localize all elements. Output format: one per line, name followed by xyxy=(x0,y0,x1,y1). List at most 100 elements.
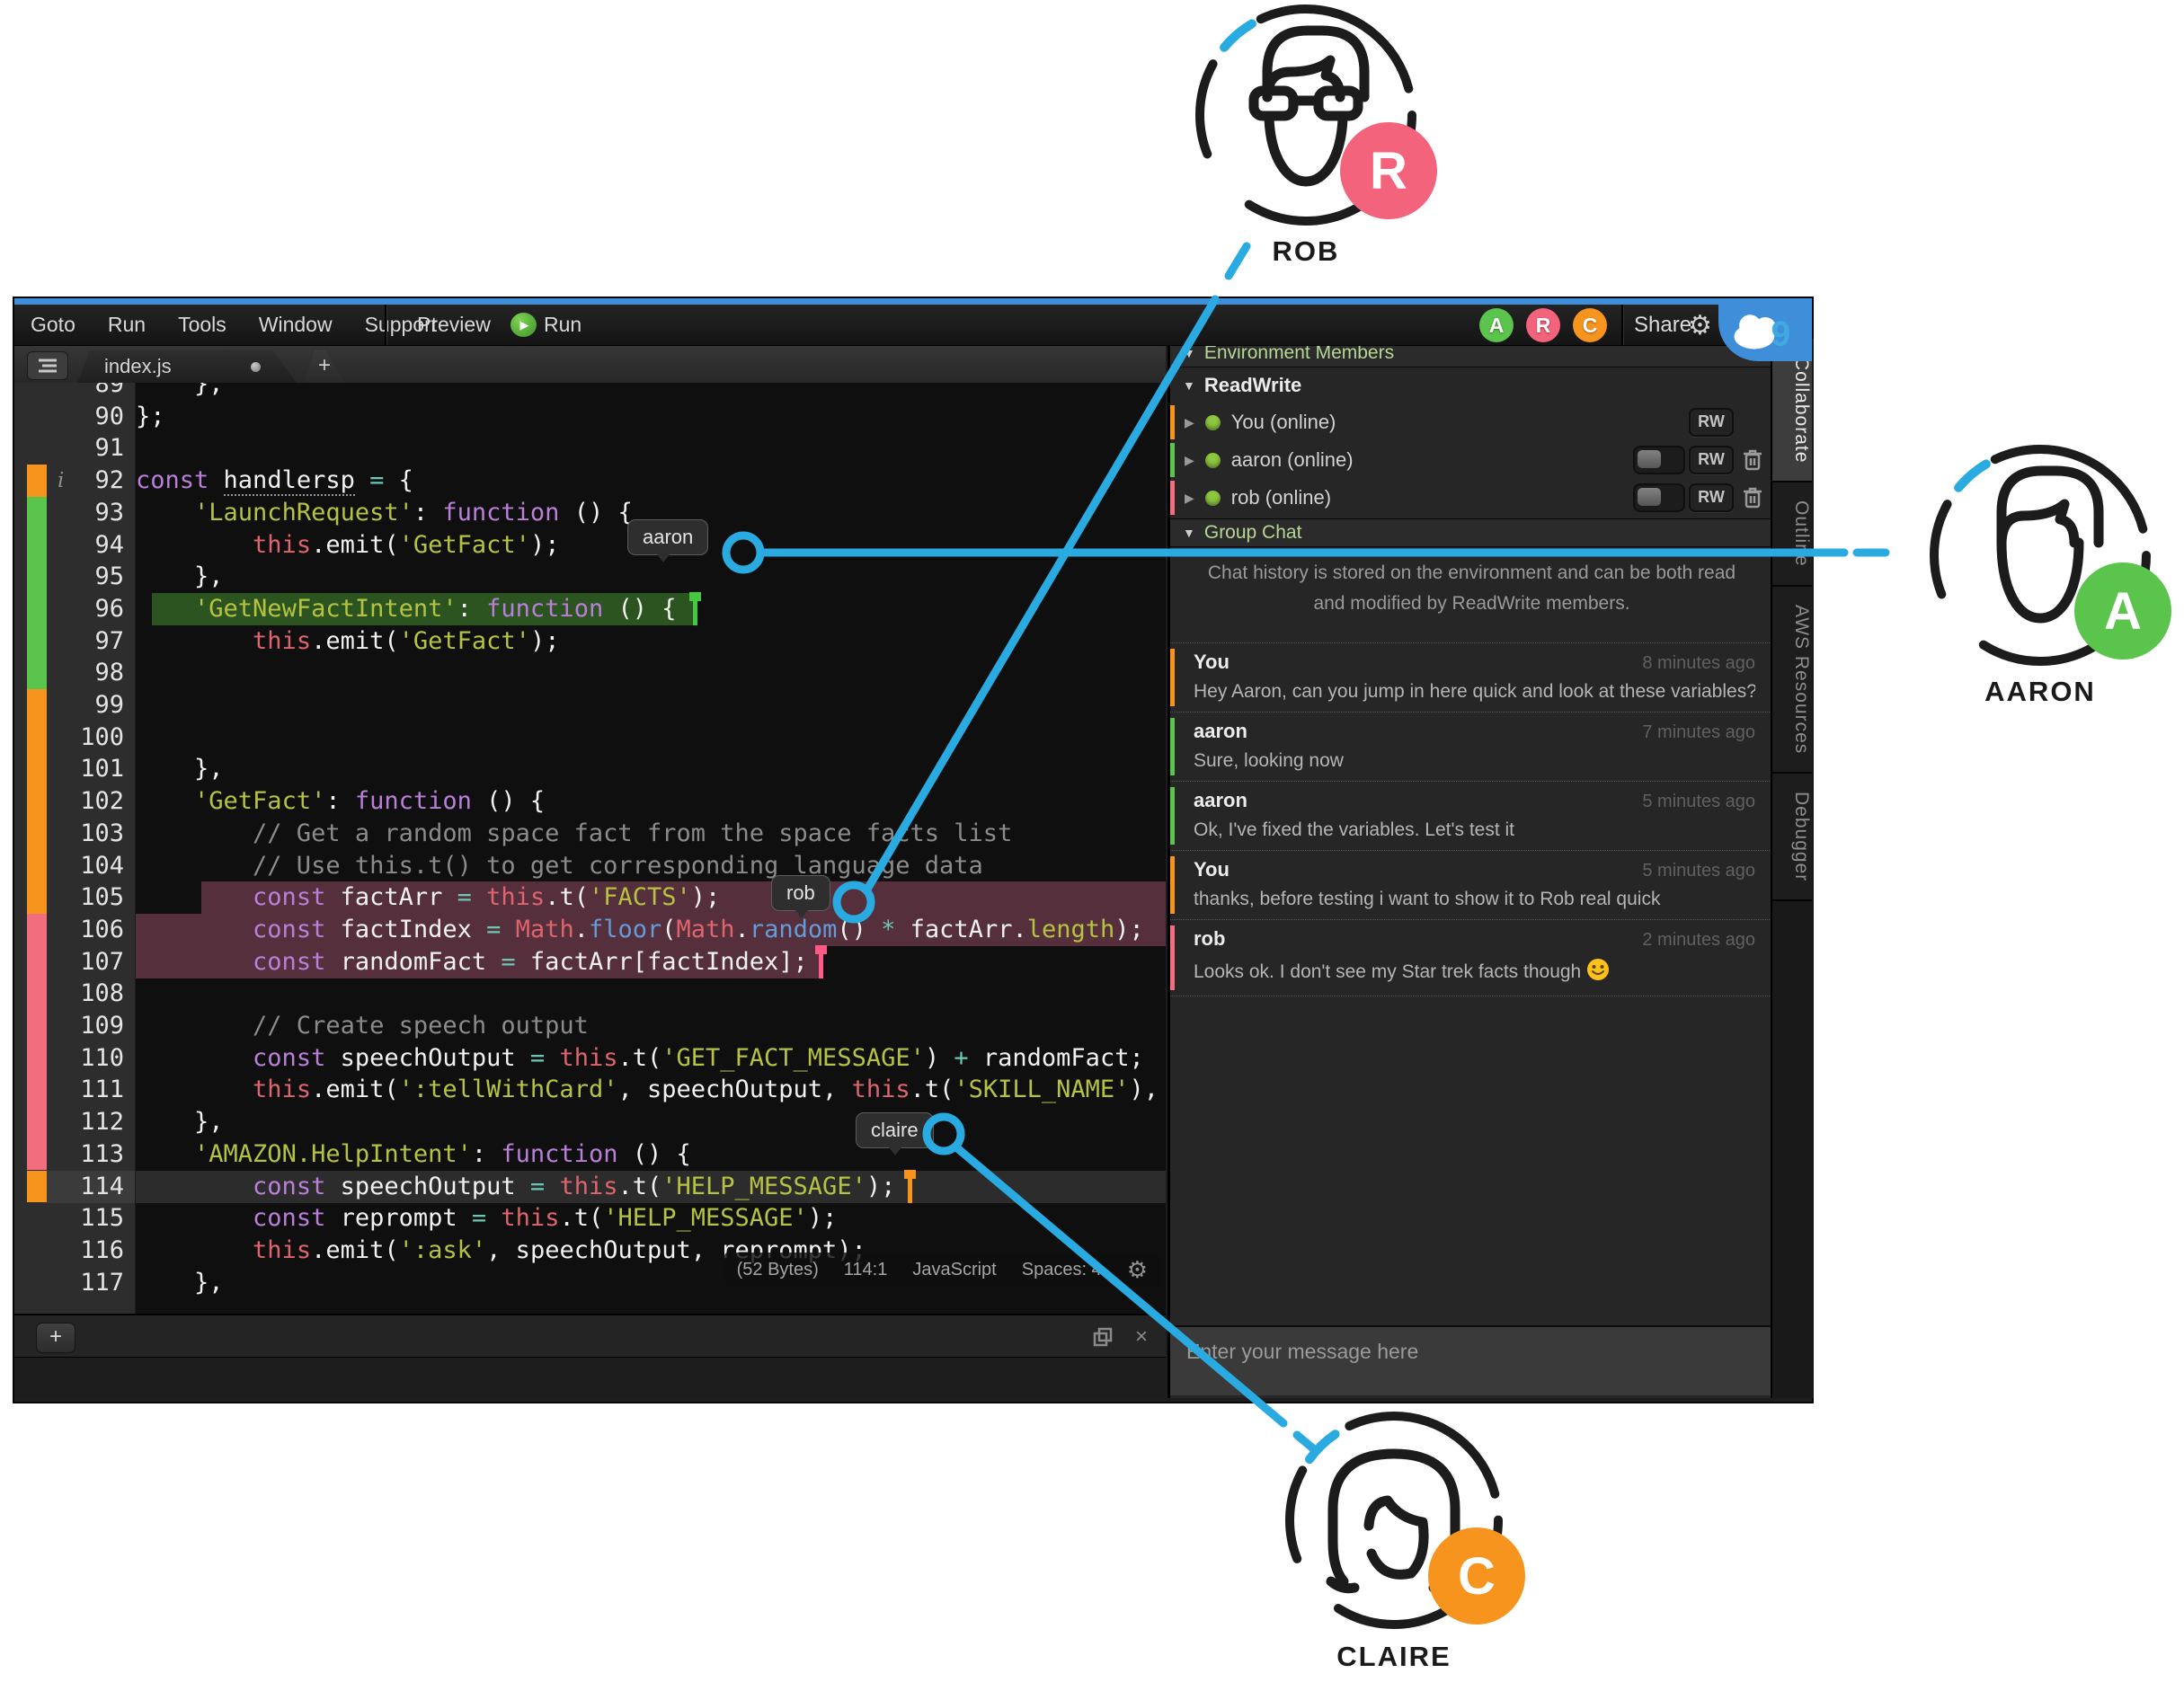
tab-indexjs[interactable]: index.js xyxy=(77,350,297,383)
maximize-panel-icon[interactable] xyxy=(1092,1326,1114,1348)
menu-item-window[interactable]: Window xyxy=(259,305,333,345)
access-toggle[interactable] xyxy=(1633,483,1685,512)
toggle-knob xyxy=(1638,450,1661,468)
trash-icon[interactable] xyxy=(1743,486,1762,514)
chat-message-header: You 5 minutes ago xyxy=(1194,858,1755,881)
presence-avatar-c[interactable]: C xyxy=(1573,308,1607,342)
code-line: 'GetFact': function () { xyxy=(136,785,1166,818)
gutter-info-icon: i xyxy=(58,465,64,497)
chat-history-notice: Chat history is stored on the environmen… xyxy=(1206,558,1737,619)
readwrite-group-header[interactable]: ▼ ReadWrite xyxy=(1170,369,1773,402)
chat-messages: You8 minutes agoHey Aaron, can you jump … xyxy=(1170,642,1773,996)
presence-avatar-r[interactable]: R xyxy=(1526,308,1560,342)
code-line xyxy=(136,722,1166,754)
claire-badge: C xyxy=(1428,1527,1525,1625)
chat-message-timestamp: 5 minutes ago xyxy=(1642,792,1755,812)
code-line: const speechOutput = this.t('HELP_MESSAG… xyxy=(136,1171,1166,1203)
line-number: 96 xyxy=(94,593,124,625)
code-line xyxy=(136,432,1166,465)
collapse-arrow-icon: ▼ xyxy=(1183,378,1195,393)
access-toggle[interactable] xyxy=(1633,446,1685,474)
code-line: }; xyxy=(136,401,1166,433)
line-number: 95 xyxy=(94,561,124,593)
face-line xyxy=(1369,1501,1424,1574)
code-line: const randomFact = factArr[factIndex]; xyxy=(136,946,1166,978)
side-tab-outline[interactable]: Outline xyxy=(1772,483,1812,587)
line-number: 89 xyxy=(94,383,124,401)
settings-gear-icon[interactable]: ⚙ xyxy=(1688,305,1712,346)
new-tab-button[interactable]: + xyxy=(304,350,345,383)
status-language[interactable]: JavaScript xyxy=(912,1260,996,1280)
toggle-knob xyxy=(1638,488,1661,506)
expand-arrow-icon[interactable]: ▶ xyxy=(1185,453,1194,468)
collapse-arrow-icon: ▼ xyxy=(1183,526,1195,540)
member-color-bar xyxy=(1170,405,1175,439)
line-number: 105 xyxy=(80,881,124,914)
code-line: 'AMAZON.HelpIntent': function () { xyxy=(136,1138,1166,1171)
status-gear-icon[interactable]: ⚙ xyxy=(1127,1256,1148,1284)
chat-message-text: Looks ok. I don't see my Star trek facts… xyxy=(1194,951,1755,987)
chat-message-author: rob xyxy=(1194,927,1225,951)
menu-bar: GotoRunToolsWindowSupport Preview ▶ Run … xyxy=(14,305,1812,346)
menu-item-tools[interactable]: Tools xyxy=(178,305,226,345)
chat-message: aaron7 minutes agoSure, looking now xyxy=(1170,712,1773,781)
status-spaces[interactable]: Spaces: 4 xyxy=(1022,1260,1102,1280)
line-number: 93 xyxy=(94,497,124,529)
rw-badge[interactable]: RW xyxy=(1689,483,1734,512)
presence-avatar-a[interactable]: A xyxy=(1479,308,1514,342)
aaron-label: AARON xyxy=(1905,676,2175,708)
line-number: 107 xyxy=(80,946,124,978)
collaborator-flag-rob: rob xyxy=(771,875,830,911)
tab-list-icon[interactable] xyxy=(27,351,68,380)
line-number: 101 xyxy=(80,753,124,785)
group-chat-header[interactable]: ▼ Group Chat xyxy=(1170,518,1773,547)
member-row-aaron[interactable]: ▶aaron (online)RW xyxy=(1170,441,1773,479)
code-line: // Create speech output xyxy=(136,1010,1166,1042)
line-number: 106 xyxy=(80,914,124,946)
line-number: 102 xyxy=(80,785,124,818)
trash-icon[interactable] xyxy=(1743,448,1762,476)
line-number: 112 xyxy=(80,1106,124,1138)
side-tab-aws-resources[interactable]: AWS Resources xyxy=(1772,587,1812,774)
tab-label: index.js xyxy=(104,350,172,383)
close-panel-icon[interactable]: × xyxy=(1135,1324,1148,1350)
console-new-tab-button[interactable]: + xyxy=(36,1323,75,1353)
line-number: 116 xyxy=(80,1235,124,1267)
preview-button[interactable]: Preview xyxy=(417,305,491,345)
chat-message-author: aaron xyxy=(1194,789,1247,812)
expand-arrow-icon[interactable]: ▶ xyxy=(1185,415,1194,430)
line-number: 94 xyxy=(94,529,124,562)
menu-separator xyxy=(1621,305,1623,345)
code-editor[interactable]: 8990919293949596979899100101102103104105… xyxy=(14,383,1166,1314)
code-line: const handlersp = { xyxy=(136,465,1166,497)
status-cursor-position: 114:1 xyxy=(844,1260,888,1280)
chat-message-header: aaron 5 minutes ago xyxy=(1194,789,1755,812)
line-number: 99 xyxy=(94,689,124,722)
member-row-you[interactable]: ▶You (online)RW xyxy=(1170,403,1773,441)
online-dot-icon xyxy=(1205,491,1221,506)
member-row-rob[interactable]: ▶rob (online)RW xyxy=(1170,479,1773,517)
expand-arrow-icon[interactable]: ▶ xyxy=(1185,491,1194,506)
line-number: 109 xyxy=(80,1010,124,1042)
share-button[interactable]: Share xyxy=(1634,305,1691,345)
line-number: 92 xyxy=(94,465,124,497)
menu-item-run[interactable]: Run xyxy=(108,305,146,345)
console-area[interactable] xyxy=(14,1357,1166,1399)
online-dot-icon xyxy=(1205,415,1221,430)
menu-item-goto[interactable]: Goto xyxy=(31,305,75,345)
chat-message-header: You8 minutes ago xyxy=(1194,651,1755,674)
rw-badge[interactable]: RW xyxy=(1689,446,1734,474)
rob-badge: R xyxy=(1340,122,1437,219)
code-line xyxy=(136,689,1166,722)
line-number: 91 xyxy=(94,432,124,465)
chat-message-timestamp: 5 minutes ago xyxy=(1642,861,1755,881)
editor-gutter: 8990919293949596979899100101102103104105… xyxy=(14,383,136,1314)
chat-message-author: You xyxy=(1194,858,1230,881)
run-button[interactable]: ▶ Run xyxy=(510,305,582,345)
member-color-bar xyxy=(1170,443,1175,477)
side-tab-debugger[interactable]: Debugger xyxy=(1772,774,1812,901)
avatar-claire: C CLAIRE xyxy=(1259,1386,1529,1691)
ide-window: GotoRunToolsWindowSupport Preview ▶ Run … xyxy=(13,297,1814,1403)
play-icon: ▶ xyxy=(510,313,537,337)
rw-badge[interactable]: RW xyxy=(1689,408,1734,437)
